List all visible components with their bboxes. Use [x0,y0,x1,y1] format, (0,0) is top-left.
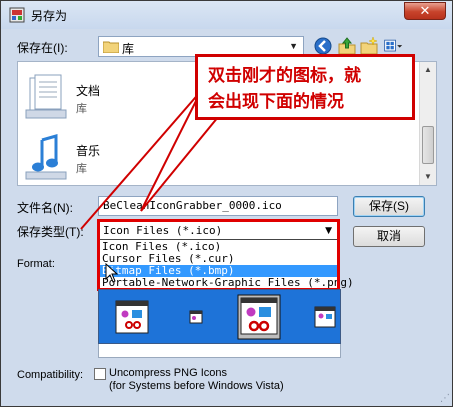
icon-preview-medium [314,306,336,328]
close-icon: ✕ [419,3,431,18]
list-item-name: 文档 [76,84,101,98]
list-item-subtitle: 库 [76,163,87,175]
save-as-dialog: 另存为 ✕ 保存在(I): 库 ▼ 文档 库 音乐 库 ▲ ▼ 文件名(N): … [0,0,453,407]
chevron-down-icon: ▼ [289,41,298,51]
scroll-down-icon[interactable]: ▼ [420,169,436,185]
back-arrow-icon[interactable] [313,36,333,56]
mouse-cursor-icon [105,263,119,283]
up-folder-icon[interactable] [337,36,357,56]
filename-label: 文件名(N): [17,201,73,215]
save-button[interactable]: 保存(S) [353,196,425,217]
callout-line2: 会出现下面的情况 [208,92,344,112]
annotation-highlight-box [97,219,340,291]
list-item[interactable]: 音乐 库 [18,126,318,186]
new-folder-icon[interactable] [359,36,379,56]
checkbox-label-line2: (for Systems before Windows Vista) [109,380,284,392]
list-item-subtitle: 库 [76,103,87,115]
save-in-label: 保存在(I): [17,41,68,55]
folder-icon [103,41,119,53]
save-as-type-label: 保存类型(T): [17,225,84,239]
uncompress-png-checkbox-label[interactable]: Uncompress PNG Icons (for Systems before… [109,367,284,393]
callout-text: 双击刚才的图标，就 会出现下面的情况 [208,63,408,115]
vertical-scrollbar[interactable]: ▲ ▼ [419,62,436,185]
title-bar: 另存为 ✕ [1,1,452,29]
scroll-up-icon[interactable]: ▲ [420,62,436,78]
save-in-value: 库 [122,42,135,56]
documents-library-icon [25,74,67,119]
cancel-button[interactable]: 取消 [353,226,425,247]
icon-preview-selected [237,294,281,340]
preview-strip [98,344,341,358]
window-title: 另存为 [31,9,68,23]
close-button[interactable]: ✕ [404,2,446,20]
annotation-callout: 双击刚才的图标，就 会出现下面的情况 [195,54,415,120]
icon-preview-large [115,300,149,334]
music-library-icon [25,134,67,180]
compatibility-label: Compatibility: [17,369,84,381]
list-item-name: 音乐 [76,144,101,158]
view-menu-icon[interactable] [383,36,403,56]
checkbox-label-line1: Uncompress PNG Icons [109,367,227,379]
icon-format-preview[interactable] [98,289,341,344]
callout-line1: 双击刚才的图标，就 [208,66,361,86]
resize-grip-icon[interactable]: ⋰ [440,393,450,404]
filename-field[interactable]: BeCleanIconGrabber_0000.ico [98,196,338,216]
app-icon [9,7,25,23]
scrollbar-thumb[interactable] [422,126,434,164]
uncompress-png-checkbox[interactable] [94,368,106,380]
format-label: Format: [17,258,55,270]
icon-preview-small [189,310,203,324]
